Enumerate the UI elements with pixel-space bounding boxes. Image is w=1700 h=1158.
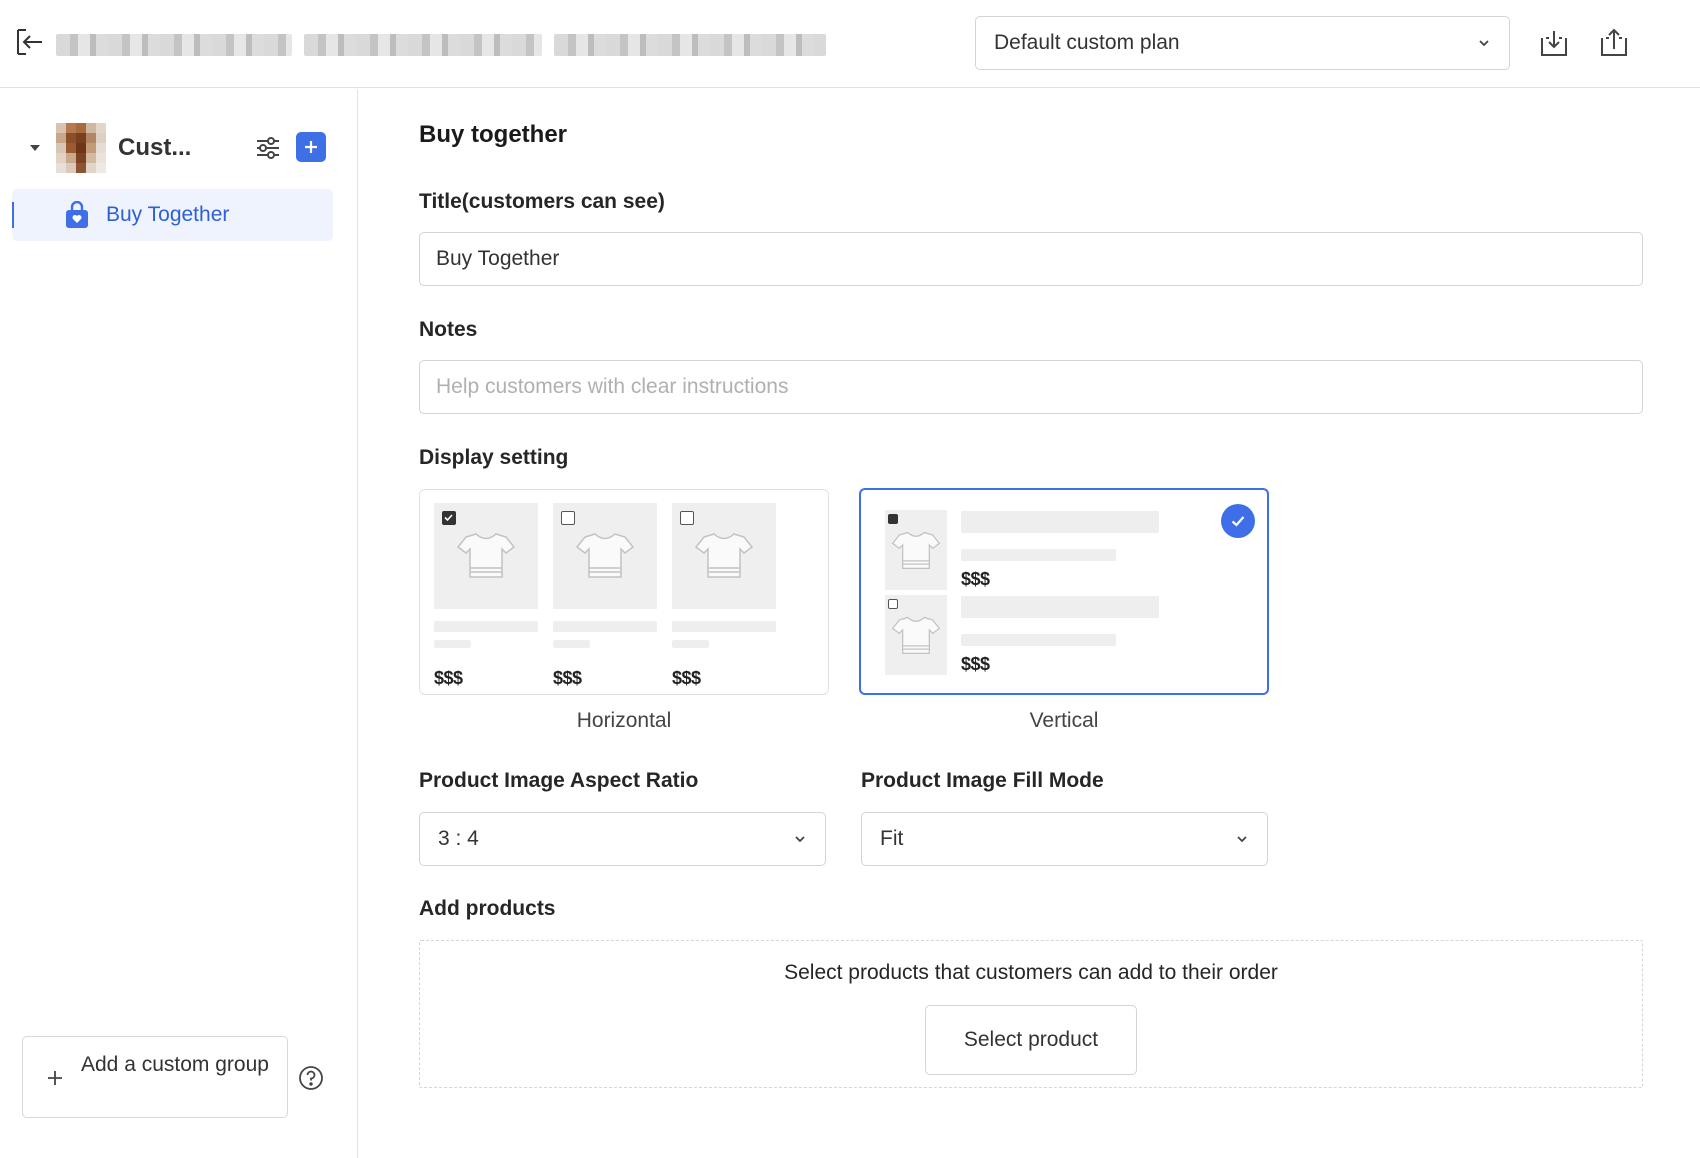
custom-group-row[interactable]: Cust... — [0, 121, 358, 177]
page-title: Buy together — [419, 121, 568, 148]
shopping-bag-icon — [66, 201, 88, 228]
add-products-zone: Select products that customers can add t… — [419, 940, 1643, 1088]
title-input[interactable] — [419, 232, 1643, 286]
exit-icon[interactable] — [14, 26, 46, 58]
share-icon[interactable] — [1597, 26, 1631, 60]
tshirt-icon — [891, 531, 941, 569]
tshirt-icon — [575, 533, 635, 578]
selected-check-icon — [1221, 504, 1255, 538]
title-field-label: Title(customers can see) — [419, 190, 665, 213]
notes-input[interactable] — [419, 360, 1643, 414]
preview-product-image — [885, 595, 947, 675]
preview-price: $$$ — [672, 668, 701, 688]
sidebar-item-label: Buy Together — [106, 203, 230, 226]
notes-field-label: Notes — [419, 318, 478, 341]
sidebar: Cust... Buy Together Add a custom group — [0, 89, 358, 1158]
document-title-blurred — [56, 34, 826, 56]
chevron-down-icon — [1479, 40, 1489, 47]
tshirt-icon — [891, 616, 941, 654]
help-icon[interactable] — [298, 1065, 324, 1091]
caret-down-icon[interactable] — [28, 141, 42, 155]
fill-mode-select[interactable]: Fit — [861, 812, 1268, 866]
checkbox-unchecked-icon — [888, 599, 898, 609]
checkbox-unchecked-icon — [680, 511, 694, 525]
aspect-ratio-select[interactable]: 3 : 4 — [419, 812, 826, 866]
sidebar-item-buy-together[interactable]: Buy Together — [12, 189, 333, 241]
add-custom-group-button[interactable]: Add a custom group — [22, 1036, 288, 1118]
preview-product: $$$ — [553, 503, 657, 688]
add-products-label: Add products — [419, 897, 556, 920]
tshirt-icon — [456, 533, 516, 578]
add-item-button[interactable] — [296, 132, 326, 162]
checkbox-checked-icon — [888, 514, 898, 524]
preview-product-image — [885, 510, 947, 590]
tshirt-icon — [694, 533, 754, 578]
display-option-caption: Horizontal — [576, 709, 672, 732]
chevron-down-icon — [795, 836, 805, 843]
download-icon[interactable] — [1537, 26, 1571, 60]
plan-select[interactable]: Default custom plan — [975, 16, 1510, 70]
top-bar: Default custom plan — [0, 0, 1700, 88]
preview-product: $$$ — [672, 503, 776, 688]
preview-product: $$$ — [434, 503, 538, 688]
aspect-ratio-label: Product Image Aspect Ratio — [419, 769, 699, 792]
main-panel: Buy together Title(customers can see) No… — [359, 89, 1700, 1158]
display-option-vertical[interactable]: $$$ $$$ — [859, 488, 1269, 695]
plus-icon — [305, 141, 317, 153]
checkbox-unchecked-icon — [561, 511, 575, 525]
add-custom-group-label: Add a custom group — [81, 1053, 269, 1076]
aspect-ratio-value: 3 : 4 — [438, 827, 479, 850]
plus-icon — [48, 1071, 62, 1085]
preview-price: $$$ — [434, 668, 463, 688]
preview-price: $$$ — [961, 569, 990, 589]
active-indicator — [12, 202, 14, 228]
fill-mode-label: Product Image Fill Mode — [861, 769, 1104, 792]
plan-select-value: Default custom plan — [994, 31, 1180, 54]
select-product-button[interactable]: Select product — [925, 1005, 1137, 1075]
preview-price: $$$ — [961, 654, 990, 674]
chevron-down-icon — [1237, 836, 1247, 843]
display-option-horizontal[interactable]: $$$ $$$ $$$ — [419, 489, 829, 695]
checkbox-checked-icon — [442, 511, 456, 525]
preview-price: $$$ — [553, 668, 582, 688]
group-avatar — [56, 123, 106, 173]
fill-mode-value: Fit — [880, 827, 904, 850]
settings-sliders-icon[interactable] — [254, 134, 282, 162]
display-option-caption: Vertical — [1029, 709, 1099, 732]
group-name: Cust... — [118, 134, 192, 161]
add-products-hint: Select products that customers can add t… — [784, 961, 1278, 984]
display-setting-label: Display setting — [419, 446, 569, 469]
